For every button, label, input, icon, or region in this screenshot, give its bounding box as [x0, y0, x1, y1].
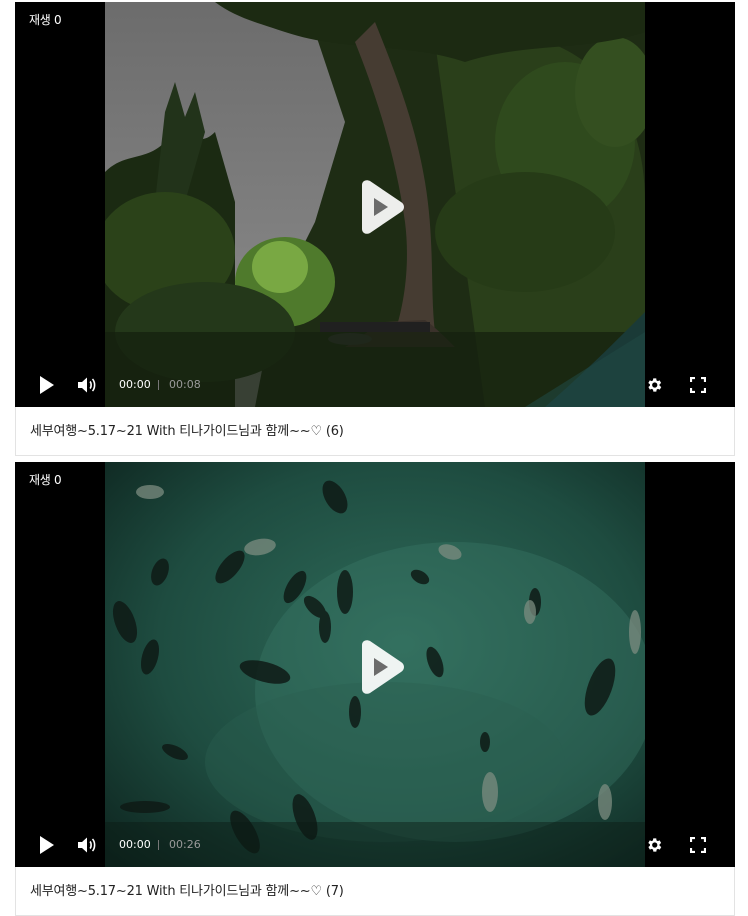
fullscreen-icon [690, 837, 706, 853]
volume-button[interactable] [71, 363, 103, 407]
big-play-button[interactable] [352, 639, 406, 695]
play-icon [362, 640, 404, 694]
video-card: 재생 0 [15, 462, 735, 916]
volume-button[interactable] [71, 823, 103, 867]
play-button[interactable] [31, 823, 63, 867]
settings-button[interactable] [638, 823, 670, 867]
settings-button[interactable] [638, 363, 670, 407]
gear-icon [648, 838, 662, 852]
gear-icon [648, 378, 662, 392]
video-player[interactable]: 재생 0 [15, 2, 735, 407]
video-card: 재생 0 [15, 2, 735, 456]
play-count: 재생 0 [29, 473, 62, 487]
play-count: 재생 0 [29, 13, 62, 27]
volume-icon [78, 377, 96, 393]
play-icon [40, 836, 54, 854]
volume-icon [78, 837, 96, 853]
time-divider [158, 380, 159, 390]
video-feed: 재생 0 00:00 00:08 세부여행~5.17~21 With 티나가이드… [0, 0, 748, 916]
video-title[interactable]: 세부여행~5.17~21 With 티나가이드님과 함께~~♡ (7) [30, 883, 344, 901]
video-title[interactable]: 세부여행~5.17~21 With 티나가이드님과 함께~~♡ (6) [30, 423, 344, 441]
video-player[interactable]: 재생 0 [15, 462, 735, 867]
play-icon [362, 180, 404, 234]
current-time: 00:00 [119, 378, 151, 391]
fullscreen-button[interactable] [682, 363, 714, 407]
current-time: 00:00 [119, 838, 151, 851]
duration: 00:26 [169, 838, 201, 851]
fullscreen-icon [690, 377, 706, 393]
player-controls: 00:00 00:26 [15, 823, 735, 867]
fullscreen-button[interactable] [682, 823, 714, 867]
player-controls: 00:00 00:08 [15, 363, 735, 407]
play-button[interactable] [31, 363, 63, 407]
duration: 00:08 [169, 378, 201, 391]
time-divider [158, 840, 159, 850]
big-play-button[interactable] [352, 179, 406, 235]
play-icon [40, 376, 54, 394]
